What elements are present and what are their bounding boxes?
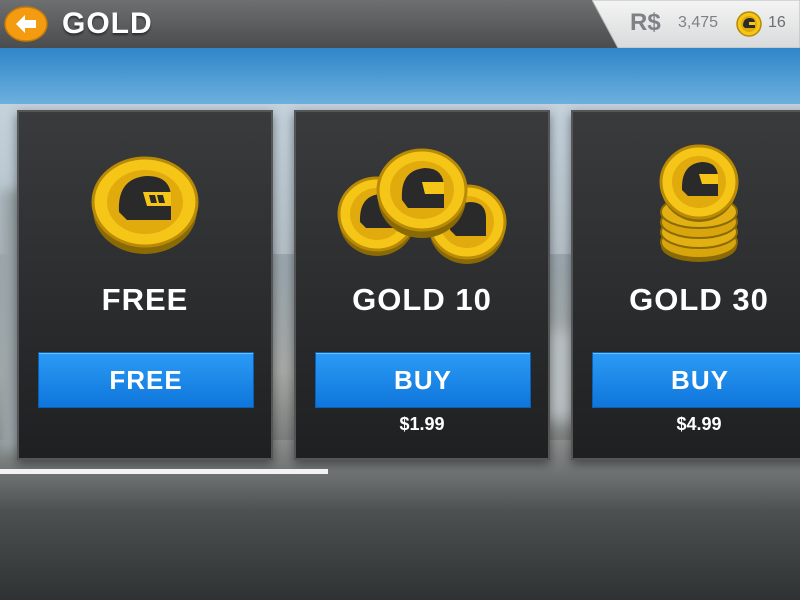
buy-button-gold-10[interactable]: BUY <box>315 352 531 408</box>
rs-balance: 3,475 <box>678 14 719 31</box>
scroll-indicator[interactable] <box>0 469 328 474</box>
offer-title: GOLD 30 <box>629 282 769 317</box>
background-track <box>0 440 800 600</box>
gold-balance: 16 <box>768 14 786 31</box>
offer-title: GOLD 10 <box>352 282 492 317</box>
offer-title: FREE <box>101 282 189 317</box>
gold-coin-stack-icon <box>659 144 739 262</box>
offer-card-gold-30: GOLD 30 BUY $4.99 <box>571 110 800 460</box>
offer-card-gold-10: GOLD 10 BUY $1.99 <box>294 110 550 460</box>
gold-coin-pile-icon <box>337 148 507 264</box>
offer-price: $4.99 <box>676 414 722 434</box>
free-button[interactable]: FREE <box>38 352 254 408</box>
single-gold-coin-icon <box>91 156 199 254</box>
back-button[interactable] <box>4 6 48 42</box>
offer-price: $1.99 <box>399 414 445 434</box>
rs-currency-symbol: R$ <box>630 9 661 36</box>
offer-card-free: FREE FREE <box>17 110 273 460</box>
buy-button-gold-30[interactable]: BUY <box>592 352 800 408</box>
back-arrow-icon <box>4 6 48 42</box>
gold-helmet-coin-icon <box>736 11 762 37</box>
page-title: GOLD <box>62 7 153 40</box>
background-sky <box>0 48 800 104</box>
